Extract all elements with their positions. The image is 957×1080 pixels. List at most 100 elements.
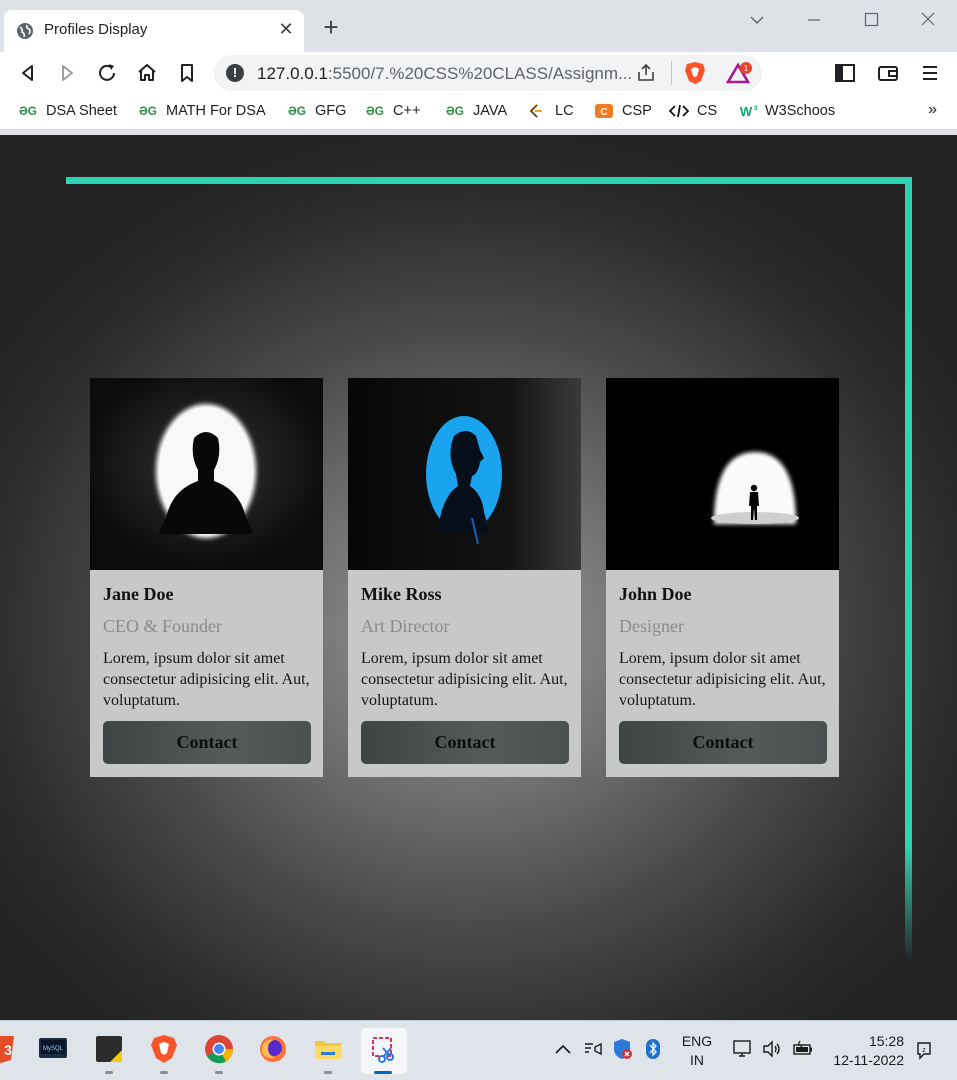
close-window-icon[interactable] [913,12,943,28]
back-icon[interactable] [16,61,40,85]
bookmark-label: JAVA [473,103,508,119]
profile-description: Lorem, ipsum dolor sit amet consectetur … [361,650,568,709]
bookmark-gfg[interactable]: ƏG GFG [287,103,346,119]
contact-button[interactable]: Contact [103,721,311,764]
svg-text:MySQL: MySQL [43,1046,64,1052]
tab-search-chevron-icon[interactable] [742,12,772,28]
contact-button[interactable]: Contact [361,721,569,764]
active-indicator [374,1071,392,1074]
code-icon [669,104,689,118]
file-explorer-app-icon[interactable] [313,1034,343,1064]
forward-icon[interactable] [55,61,79,85]
snipping-tool-app-icon[interactable] [369,1034,399,1064]
minimize-icon[interactable] [799,12,829,28]
globe-icon [17,23,33,39]
volume-icon[interactable] [761,1039,783,1059]
browser-toolbar: ! 127.0.0.1:5500/7.%20CSS%20CLASS/Assign… [0,52,957,94]
profile-description: Lorem, ipsum dolor sit amet consectetur … [619,650,826,709]
firefox-app-icon[interactable] [258,1034,288,1064]
chrome-app-icon[interactable] [204,1034,234,1064]
notifications-list-icon[interactable] [583,1039,603,1059]
bookmark-dsa-sheet[interactable]: ƏG DSA Sheet [18,103,117,119]
contact-button[interactable]: Contact [619,721,827,764]
silhouette-white-oval-image [90,378,323,570]
clock-date: 12-11-2022 [833,1052,904,1068]
running-indicator [105,1071,113,1074]
tunnel-figure-image [606,378,839,570]
profile-card-jane-doe: Jane Doe CEO & Founder Lorem, ipsum dolo… [90,378,323,777]
bookmark-label: GFG [315,103,347,119]
bookmark-cs[interactable]: CS [669,103,717,119]
chevron-up-icon[interactable] [553,1041,573,1057]
menu-icon[interactable] [918,61,942,85]
share-icon[interactable] [636,63,656,83]
profile-photo [90,378,323,570]
profile-description: Lorem, ipsum dolor sit amet consectetur … [103,650,310,709]
home-icon[interactable] [135,61,159,85]
w3schools-icon: W3 [740,104,757,118]
wallet-icon[interactable] [876,61,900,85]
bookmark-math-for-dsa[interactable]: ƏG MATH For DSA [138,103,266,119]
bookmark-label: CS [697,103,718,119]
new-tab-button[interactable]: + [318,14,344,40]
profile-photo [348,378,581,570]
clock-time: 15:28 [868,1033,904,1049]
bookmark-csp[interactable]: C CSP [594,103,652,119]
geeksforgeeks-icon: ƏG [287,104,307,118]
browser-tab[interactable]: Profiles Display ✕ [4,10,304,52]
profile-role: Designer [619,616,684,636]
bookmark-label: DSA Sheet [46,103,117,119]
bluetooth-icon[interactable] [645,1038,661,1060]
profile-photo [606,378,839,570]
running-indicator [324,1071,332,1074]
silhouette-blue-oval-image [348,378,581,570]
bookmark-java[interactable]: ƏG JAVA [445,103,507,119]
url-host: 127.0.0.1 [257,64,328,83]
html-editor-app-icon[interactable]: 3 [0,1034,16,1064]
language-indicator[interactable]: ENG IN [680,1032,714,1070]
windows-taskbar: 3 MySQL ENG IN 15:28 12-11-2022 z [0,1020,957,1080]
bookmark-cpp[interactable]: ƏG C++ [365,103,420,119]
profile-role: Art Director [361,616,450,636]
url-path: :5500/7.%20CSS%20CLASS/Assignm... [327,64,633,83]
leetcode-icon [529,104,542,118]
geeksforgeeks-icon: ƏG [445,104,465,118]
svg-text:W: W [740,104,753,118]
tab-close-icon[interactable]: ✕ [276,19,296,40]
address-bar[interactable]: ! 127.0.0.1:5500/7.%20CSS%20CLASS/Assign… [214,55,762,91]
brave-browser-app-icon[interactable] [149,1034,179,1064]
bookmark-label: CSP [622,103,652,119]
bookmark-label: W3Schoos [765,103,836,119]
more-bookmarks-button[interactable]: » [928,101,937,119]
profile-name: John Doe [619,584,692,604]
codestudio-icon: C [595,104,613,118]
battery-charging-icon[interactable] [791,1039,815,1059]
reload-icon[interactable] [95,61,119,85]
bookmark-label: LC [555,103,574,119]
system-clock[interactable]: 15:28 12-11-2022 [830,1032,904,1070]
geeksforgeeks-icon: ƏG [18,104,38,118]
bookmarks-bar: ƏG DSA Sheet ƏG MATH For DSA ƏG GFG ƏG C++ Ə… [0,94,957,130]
profile-name: Jane Doe [103,584,174,604]
sidebar-icon[interactable] [833,61,857,85]
site-info-icon[interactable]: ! [226,64,244,82]
notification-center-icon[interactable]: z [913,1039,935,1061]
mysql-shell-app-icon[interactable]: MySQL [38,1034,68,1064]
bookmark-label: MATH For DSA [166,103,266,119]
svg-text:z: z [922,1047,926,1054]
rewards-badge-count: 1 [744,64,749,73]
brave-rewards-icon[interactable]: 1 [726,61,752,85]
svg-text:3: 3 [754,106,757,112]
bookmark-lc[interactable]: LC [527,103,574,119]
sticky-notes-app-icon[interactable] [94,1034,124,1064]
security-shield-icon[interactable] [612,1037,634,1061]
url-text[interactable]: 127.0.0.1:5500/7.%20CSS%20CLASS/Assignm.… [257,64,632,84]
bookmark-icon[interactable] [175,61,199,85]
maximize-icon[interactable] [856,12,886,28]
language-code: ENG [681,1033,713,1049]
network-icon[interactable] [731,1039,753,1059]
profile-card-mike-ross: Mike Ross Art Director Lorem, ipsum dolo… [348,378,581,777]
bookmark-w3schools[interactable]: W3 W3Schoos [737,103,835,119]
brave-shields-icon[interactable] [684,61,706,85]
bookmark-label: C++ [393,103,421,119]
